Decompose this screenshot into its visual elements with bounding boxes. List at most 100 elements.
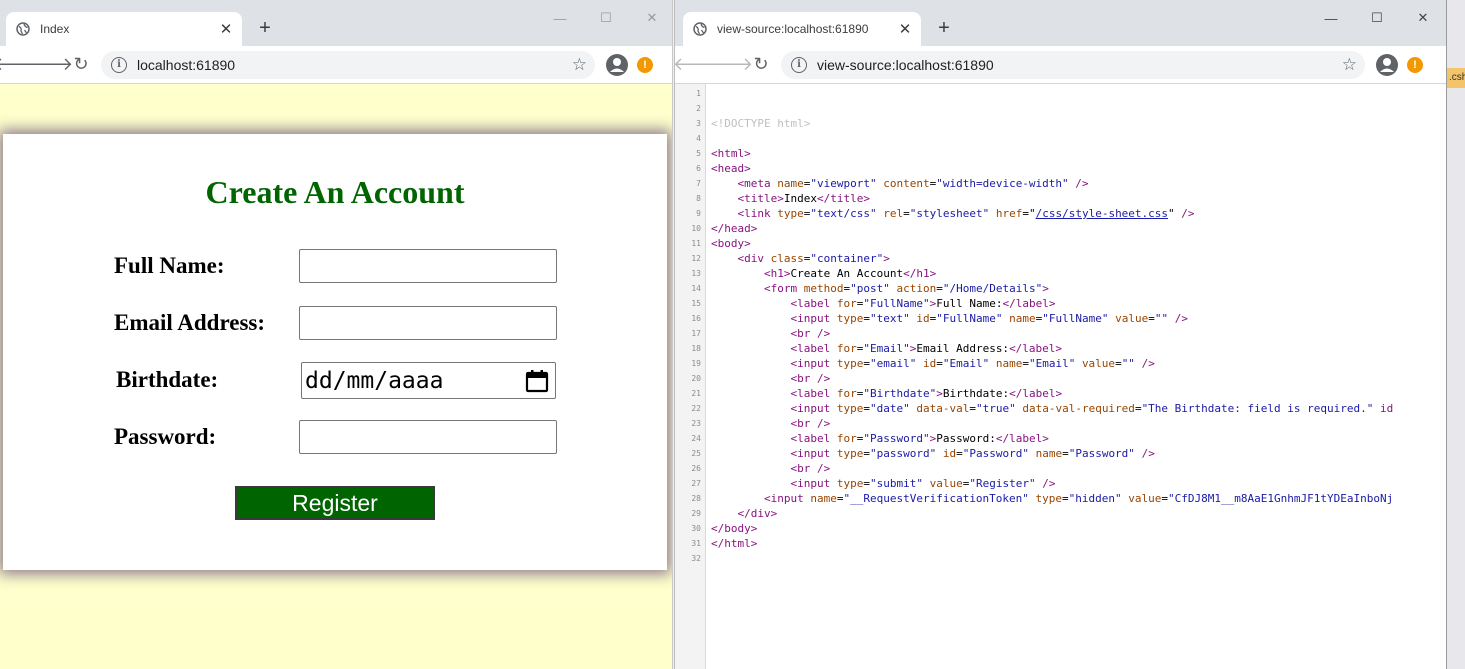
globe-icon	[693, 22, 707, 36]
line-number: 30	[691, 524, 701, 533]
info-icon[interactable]: i	[791, 56, 807, 73]
source-line: <link type="text/css" rel="stylesheet" h…	[737, 207, 1195, 220]
line-number: 1	[696, 89, 701, 98]
line-number: 16	[691, 314, 701, 323]
birthdate-row: Birthdate: dd/mm/aaaa	[3, 362, 667, 399]
source-line: </div>	[737, 507, 778, 520]
line-number: 8	[696, 194, 701, 203]
line-number: 27	[691, 479, 701, 488]
full-name-label: Full Name:	[114, 253, 225, 278]
line-number: 19	[691, 359, 701, 368]
birthdate-input[interactable]: dd/mm/aaaa	[301, 362, 556, 399]
tab-strip-source: view-source:localhost:61890 ✕ + — ☐ ✕	[675, 0, 1446, 46]
line-number: 14	[691, 284, 701, 293]
toolbar-source: 🡐 🡒 ↻ i view-source:localhost:61890 ☆ !	[675, 46, 1446, 84]
calendar-icon[interactable]	[525, 369, 549, 393]
globe-icon	[16, 22, 30, 36]
window-controls: — ☐ ✕	[537, 4, 672, 32]
minimize-icon[interactable]: —	[1308, 4, 1354, 32]
line-number: 31	[691, 539, 701, 548]
profile-icon[interactable]	[605, 53, 629, 77]
line-number: 24	[691, 434, 701, 443]
source-line: <br />	[790, 327, 831, 340]
line-number: 28	[691, 494, 701, 503]
minimize-icon[interactable]: —	[537, 4, 583, 32]
line-number: 7	[696, 179, 701, 188]
source-line: <label for="Password">Password:</label>	[790, 432, 1049, 445]
source-line: <br />	[790, 462, 831, 475]
source-line: <br />	[790, 417, 831, 430]
background-window-strip: .csh	[1447, 0, 1465, 669]
forward-button[interactable]: 🡒	[25, 49, 73, 81]
source-line: <input type="text" id="FullName" name="F…	[790, 312, 1188, 325]
source-line: <head>	[711, 162, 751, 175]
reload-button[interactable]: ↻	[65, 49, 97, 81]
url-text: localhost:61890	[137, 56, 236, 73]
line-number: 32	[691, 554, 701, 563]
source-line: </head>	[711, 222, 758, 235]
line-number: 22	[691, 404, 701, 413]
source-line: <h1>Create An Account</h1>	[763, 267, 937, 280]
line-number: 13	[691, 269, 701, 278]
line-number: 2	[696, 104, 701, 113]
close-window-icon[interactable]: ✕	[1400, 4, 1446, 32]
source-line: </body>	[711, 522, 758, 535]
line-number: 6	[696, 164, 701, 173]
info-icon[interactable]: i	[111, 56, 127, 73]
close-tab-icon[interactable]: ✕	[218, 20, 234, 38]
bookmark-star-icon[interactable]: ☆	[572, 55, 587, 75]
form-container: Create An Account Full Name: Email Addre…	[3, 134, 667, 570]
source-line: <input type="password" id="Password" nam…	[790, 447, 1155, 460]
password-label: Password:	[114, 424, 217, 449]
address-bar[interactable]: i localhost:61890 ☆	[101, 50, 595, 79]
page-title: Create An Account	[205, 174, 465, 210]
full-name-row: Full Name:	[3, 249, 667, 285]
profile-icon[interactable]	[1375, 53, 1399, 77]
left-browser-window: Index ✕ + — ☐ ✕ 🡐 🡒 ↻ i localhost:61890 …	[0, 0, 673, 669]
maximize-icon[interactable]: ☐	[583, 4, 629, 32]
line-number: 29	[691, 509, 701, 518]
source-line: <label for="Email">Email Address:</label…	[790, 342, 1063, 355]
line-number: 23	[691, 419, 701, 428]
source-line: <input type="email" id="Email" name="Ema…	[790, 357, 1155, 370]
password-input[interactable]	[299, 420, 557, 454]
right-browser-window: view-source:localhost:61890 ✕ + — ☐ ✕ 🡐 …	[674, 0, 1447, 669]
tab-strip: Index ✕ + — ☐ ✕	[0, 0, 672, 46]
close-tab-icon[interactable]: ✕	[897, 20, 913, 38]
forward-button[interactable]: 🡒	[705, 49, 753, 81]
source-line: <title>Index</title>	[737, 192, 870, 205]
update-alert-icon[interactable]: !	[637, 56, 653, 73]
source-line: </html>	[711, 537, 758, 550]
email-row: Email Address:	[3, 306, 667, 342]
email-input[interactable]	[299, 306, 557, 340]
line-number: 11	[691, 239, 701, 248]
tab-title: Index	[40, 22, 70, 36]
reload-button[interactable]: ↻	[745, 49, 777, 81]
line-number: 4	[696, 134, 701, 143]
new-tab-button[interactable]: +	[254, 17, 276, 39]
source-line: <form method="post" action="/Home/Detail…	[763, 282, 1049, 295]
line-number: 18	[691, 344, 701, 353]
register-button[interactable]: Register	[235, 486, 435, 520]
tab-view-source[interactable]: view-source:localhost:61890 ✕	[683, 12, 921, 46]
source-line: <label for="FullName">Full Name:</label>	[790, 297, 1056, 310]
line-number: 17	[691, 329, 701, 338]
source-line: <!DOCTYPE html>	[711, 117, 811, 130]
birthdate-label: Birthdate:	[116, 367, 219, 392]
toolbar: 🡐 🡒 ↻ i localhost:61890 ☆ !	[0, 46, 672, 84]
new-tab-button[interactable]: +	[933, 17, 955, 39]
address-bar[interactable]: i view-source:localhost:61890 ☆	[781, 50, 1365, 79]
background-tab[interactable]: .csh	[1447, 68, 1465, 88]
line-number: 5	[696, 149, 701, 158]
line-number: 12	[691, 254, 701, 263]
source-line: <html>	[711, 147, 751, 160]
bookmark-star-icon[interactable]: ☆	[1342, 55, 1357, 75]
line-number: 21	[691, 389, 701, 398]
source-view[interactable]: 1 2 3 4 5 6 7 8 9 10 11 12 13 14 15 16 17 18 19 20 21 22 23 24 2…	[675, 84, 1446, 669]
full-name-input[interactable]	[299, 249, 557, 283]
source-line: <label for="Birthdate">Birthdate:</label…	[790, 387, 1063, 400]
maximize-icon[interactable]: ☐	[1354, 4, 1400, 32]
tab-index[interactable]: Index ✕	[6, 12, 242, 46]
close-window-icon[interactable]: ✕	[629, 4, 672, 32]
update-alert-icon[interactable]: !	[1407, 56, 1423, 73]
